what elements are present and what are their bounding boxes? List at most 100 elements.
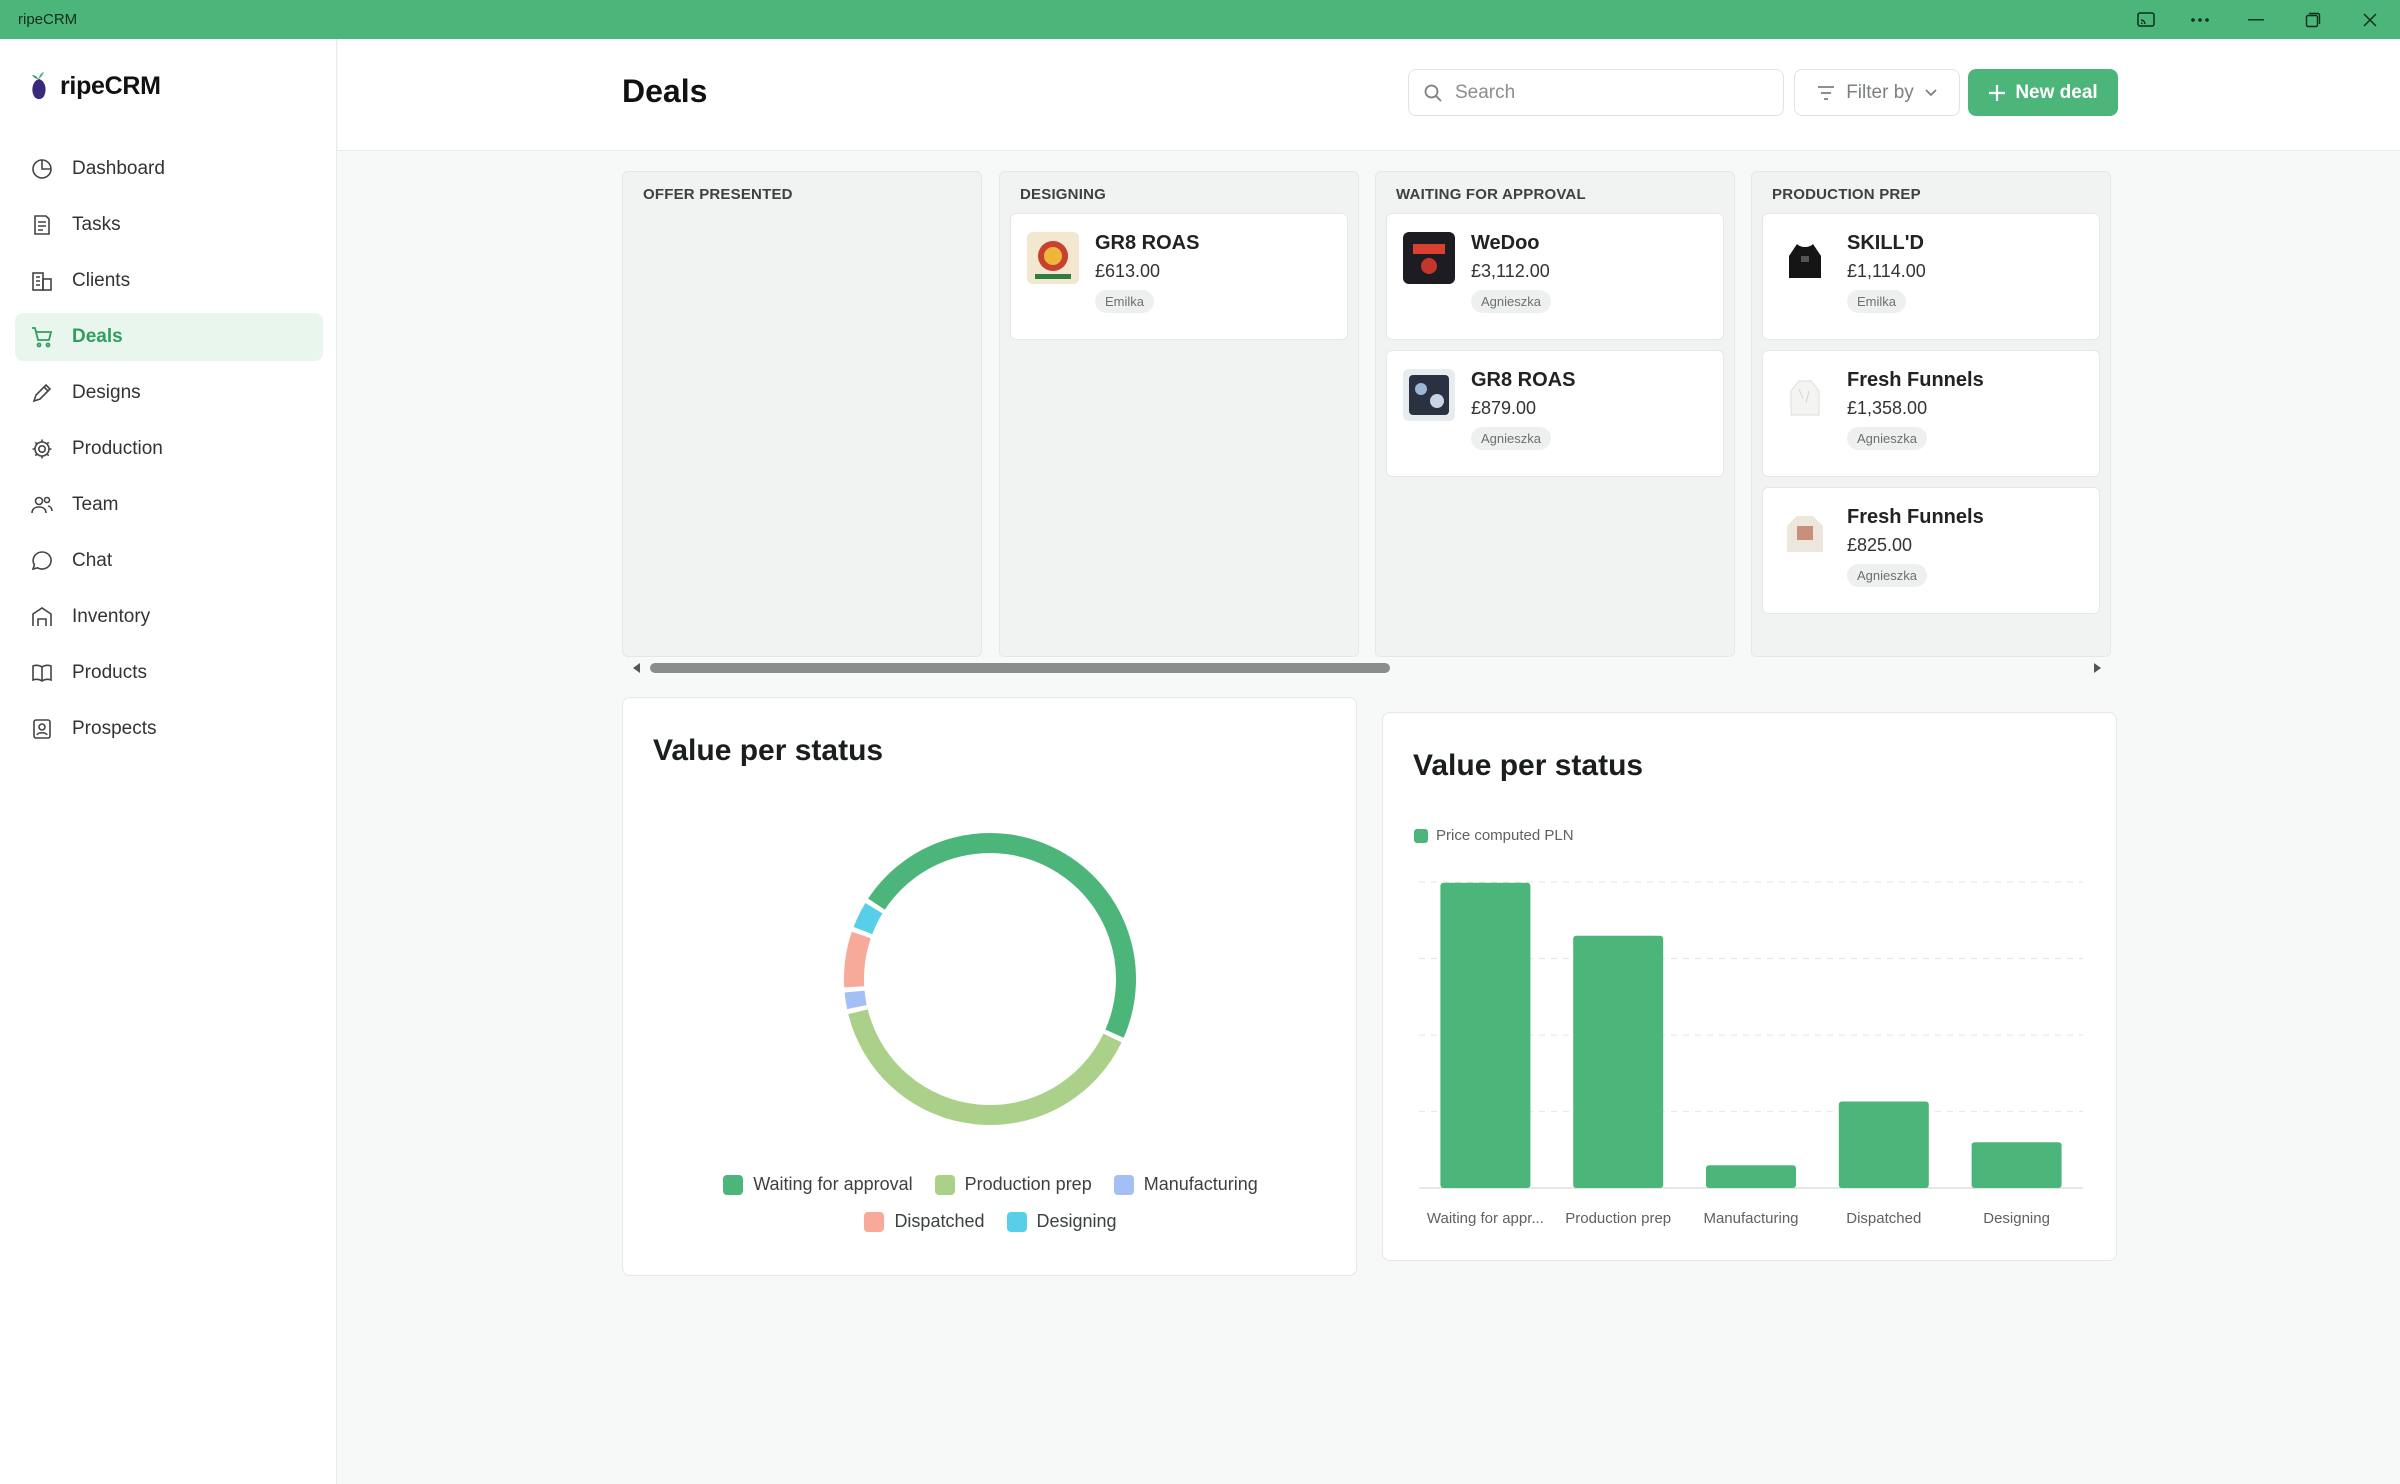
close-icon[interactable] (2342, 0, 2398, 39)
scroll-left-icon[interactable] (628, 659, 646, 677)
deal-name: GR8 ROAS (1095, 232, 1200, 254)
scroll-right-icon[interactable] (2088, 659, 2106, 677)
filter-label: Filter by (1846, 81, 1914, 103)
deal-price: £825.00 (1847, 535, 1913, 555)
bar[interactable] (1706, 1165, 1796, 1188)
team-icon (31, 496, 53, 514)
sidebar: ripeCRM Dashboard Tasks Clients Deals De… (0, 39, 337, 1484)
board-column-waiting-for-approval: WAITING FOR APPROVAL WeDoo £3,112.00 Agn… (1375, 171, 1735, 657)
deal-name: Fresh Funnels (1847, 506, 1984, 528)
legend-item[interactable]: Waiting for approval (723, 1174, 913, 1195)
column-title: PRODUCTION PREP (1772, 186, 1921, 203)
tasks-icon (34, 215, 50, 235)
legend-item[interactable]: Dispatched (864, 1211, 985, 1232)
page-header: Deals Filter by New deal (338, 39, 2400, 151)
sidebar-item-tasks[interactable]: Tasks (15, 201, 323, 249)
legend-swatch (864, 1211, 885, 1232)
sidebar-item-prospects[interactable]: Prospects (15, 705, 323, 753)
assignee-badge: Agnieszka (1847, 427, 1927, 450)
chat-icon (31, 551, 52, 571)
donut-slice[interactable] (848, 1009, 1122, 1125)
deal-card[interactable]: SKILL'D £1,114.00 Emilka (1762, 213, 2100, 340)
deal-name: GR8 ROAS (1471, 369, 1576, 391)
sidebar-item-dashboard[interactable]: Dashboard (15, 145, 323, 193)
legend-item[interactable]: Designing (1006, 1211, 1117, 1232)
assignee-badge: Emilka (1095, 290, 1155, 313)
deal-price: £1,114.00 (1847, 261, 1926, 281)
sidebar-item-deals[interactable]: Deals (15, 313, 323, 361)
brand[interactable]: ripeCRM (28, 71, 161, 101)
column-title: DESIGNING (1020, 186, 1106, 203)
bar[interactable] (1440, 882, 1531, 1188)
sidebar-item-label: Prospects (72, 718, 157, 739)
deal-thumbnail (1403, 232, 1455, 284)
sidebar-item-label: Designs (72, 382, 141, 403)
donut-slice[interactable] (868, 833, 1136, 1038)
window-title: ripeCRM (18, 11, 78, 28)
page-title: Deals (622, 73, 708, 109)
sidebar-item-chat[interactable]: Chat (15, 537, 323, 585)
sidebar-item-clients[interactable]: Clients (15, 257, 323, 305)
column-title: OFFER PRESENTED (643, 186, 793, 203)
sidebar-item-inventory[interactable]: Inventory (15, 593, 323, 641)
sidebar-item-designs[interactable]: Designs (15, 369, 323, 417)
bar[interactable] (1838, 1101, 1929, 1188)
chevron-down-icon (1925, 88, 1937, 96)
deal-card[interactable]: GR8 ROAS £613.00 Emilka (1010, 213, 1348, 340)
deal-card[interactable]: Fresh Funnels £1,358.00 Agnieszka (1762, 350, 2100, 477)
more-options-icon[interactable] (2172, 0, 2228, 39)
sidebar-item-label: Clients (72, 270, 131, 291)
sidebar-item-label: Dashboard (72, 158, 165, 179)
bar[interactable] (1971, 1142, 2062, 1188)
x-tick-label: Designing (1983, 1210, 2050, 1227)
sidebar-item-products[interactable]: Products (15, 649, 323, 697)
donut-slice[interactable] (853, 902, 883, 935)
deal-card[interactable]: GR8 ROAS £879.00 Agnieszka (1386, 350, 1724, 477)
sidebar-item-team[interactable]: Team (15, 481, 323, 529)
title-bar: ripeCRM (0, 0, 2400, 39)
sidebar-item-label: Team (72, 494, 119, 515)
cart-icon (32, 327, 53, 348)
column-title: WAITING FOR APPROVAL (1396, 186, 1586, 203)
board-horizontal-scrollbar[interactable] (622, 659, 2112, 677)
dashboard-icon (32, 159, 52, 179)
deal-card[interactable]: Fresh Funnels £825.00 Agnieszka (1762, 487, 2100, 614)
donut-slice[interactable] (844, 931, 871, 988)
legend-swatch (1113, 1174, 1134, 1195)
x-tick-label: Waiting for appr... (1427, 1210, 1544, 1227)
cast-icon[interactable] (2118, 0, 2174, 39)
bar[interactable] (1573, 935, 1664, 1188)
deal-thumbnail (1779, 232, 1831, 284)
minimize-icon[interactable] (2228, 0, 2284, 39)
legend-item[interactable]: Production prep (934, 1174, 1092, 1195)
deal-price: £1,358.00 (1847, 398, 1928, 418)
search-input[interactable] (1455, 81, 1755, 104)
filter-button[interactable]: Filter by (1794, 69, 1960, 116)
legend-item[interactable]: Manufacturing (1113, 1174, 1258, 1195)
legend-label: Designing (1036, 1211, 1117, 1231)
restore-icon[interactable] (2285, 0, 2341, 39)
warehouse-icon (32, 607, 52, 626)
deal-card[interactable]: WeDoo £3,112.00 Agnieszka (1386, 213, 1724, 340)
board-column-production-prep: PRODUCTION PREP SKILL'D £1,114.00 Emilka… (1751, 171, 2111, 657)
deal-name: Fresh Funnels (1847, 369, 1984, 391)
sidebar-item-label: Production (72, 438, 163, 459)
donut-legend: Waiting for approval Production prep Man… (663, 1174, 1318, 1232)
sidebar-item-production[interactable]: Production (15, 425, 323, 473)
legend-label: Manufacturing (1143, 1174, 1258, 1194)
scrollbar-thumb[interactable] (650, 663, 1390, 673)
legend-label: Production prep (964, 1174, 1092, 1194)
sidebar-item-label: Deals (72, 326, 123, 347)
new-deal-button[interactable]: New deal (1968, 69, 2118, 116)
deals-board: OFFER PRESENTED DESIGNING GR8 ROAS £613.… (622, 171, 2112, 657)
book-icon (32, 664, 52, 682)
sidebar-item-label: Chat (72, 550, 113, 571)
search-box[interactable] (1408, 69, 1784, 116)
assignee-badge: Agnieszka (1847, 564, 1927, 587)
deal-price: £879.00 (1471, 398, 1537, 418)
filter-icon (1818, 85, 1835, 100)
donut-slice[interactable] (844, 990, 867, 1010)
clients-icon (32, 272, 52, 291)
assignee-badge: Emilka (1847, 290, 1907, 313)
gear-icon (32, 439, 52, 459)
